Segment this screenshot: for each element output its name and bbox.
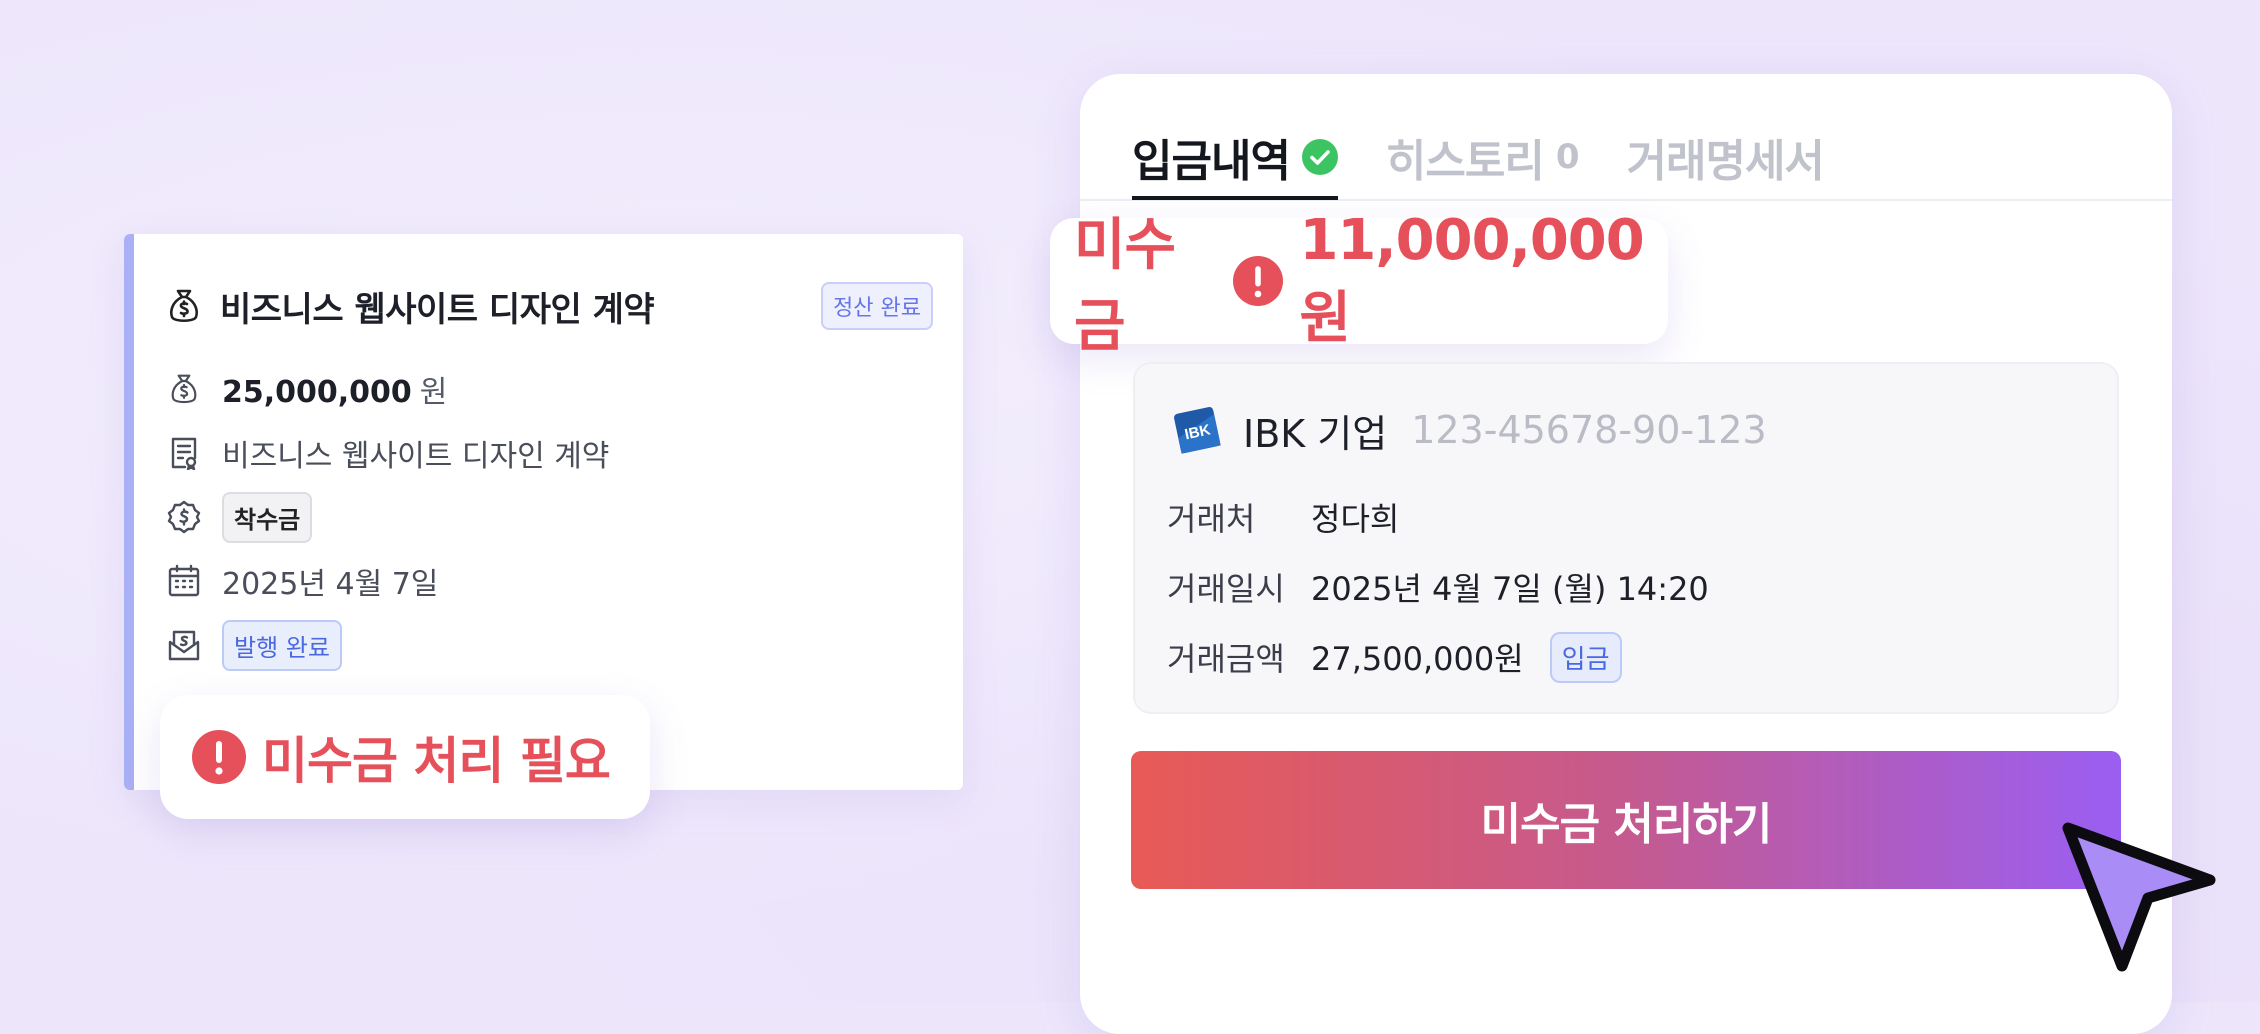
panel-tabs: 입금내역 히스토리 0 거래명세서 bbox=[1132, 114, 1872, 200]
unpaid-amount-callout: 미수금 11,000,000원 bbox=[1050, 208, 1668, 359]
contract-name: 비즈니스 웹사이트 디자인 계약 bbox=[222, 439, 610, 474]
counterparty-value: 정다희 bbox=[1311, 500, 1400, 538]
date-row: 2025년 4월 7일 bbox=[166, 556, 438, 606]
deposit-badge: 입금 bbox=[1549, 631, 1622, 683]
tab-label: 거래명세서 bbox=[1626, 136, 1825, 187]
unpaid-needed-notice: 미수금 처리 필요 bbox=[160, 695, 650, 819]
tab-label: 입금내역 bbox=[1132, 136, 1291, 187]
amount-unit: 원 bbox=[419, 375, 448, 410]
transaction-datetime-row: 거래일시 2025년 4월 7일 (월) 14:20 bbox=[1167, 562, 1709, 612]
unpaid-needed-text: 미수금 처리 필요 bbox=[262, 732, 611, 790]
ibk-bank-logo-icon: IBK bbox=[1171, 404, 1223, 456]
contract-name-row: 비즈니스 웹사이트 디자인 계약 bbox=[166, 428, 609, 478]
bank-row: IBK IBK 기업 123-45678-90-123 bbox=[1171, 402, 1767, 458]
invoice-row: 발행 완료 bbox=[166, 619, 342, 671]
counterparty-row: 거래처 정다희 bbox=[1167, 492, 1399, 542]
datetime-label: 거래일시 bbox=[1167, 570, 1285, 608]
payment-type-row: 착수금 bbox=[166, 491, 313, 543]
contract-amount: 25,000,000 bbox=[222, 375, 412, 410]
money-bag-icon bbox=[166, 371, 202, 407]
contract-document-icon bbox=[166, 435, 202, 471]
history-count: 0 bbox=[1555, 137, 1580, 177]
amount-value: 27,500,000원 bbox=[1311, 640, 1524, 678]
check-circle-icon bbox=[1301, 139, 1338, 175]
tab-label: 히스토리 bbox=[1385, 136, 1545, 187]
money-bag-icon bbox=[166, 287, 202, 325]
tab-history[interactable]: 히스토리 0 bbox=[1385, 125, 1580, 189]
bank-name: IBK 기업 bbox=[1243, 411, 1388, 456]
amount-label: 거래금액 bbox=[1167, 640, 1285, 678]
card-header: 비즈니스 웹사이트 디자인 계약 정산 완료 bbox=[166, 276, 933, 336]
mouse-cursor-icon bbox=[2062, 822, 2216, 972]
counterparty-label: 거래처 bbox=[1167, 500, 1256, 538]
process-unpaid-button[interactable]: 미수금 처리하기 bbox=[1131, 751, 2121, 889]
alert-icon bbox=[192, 730, 246, 784]
unpaid-amount: 11,000,000원 bbox=[1299, 208, 1644, 351]
contract-date: 2025년 4월 7일 bbox=[222, 567, 439, 602]
unpaid-label: 미수금 bbox=[1074, 213, 1176, 359]
invoice-status-tag: 발행 완료 bbox=[222, 619, 342, 671]
card-accent-bar bbox=[124, 234, 134, 790]
tab-transaction-statement[interactable]: 거래명세서 bbox=[1626, 125, 1825, 189]
settlement-status-badge: 정산 완료 bbox=[821, 282, 933, 330]
alert-icon bbox=[1233, 256, 1284, 306]
calendar-icon bbox=[166, 563, 202, 599]
transaction-amount-row: 거래금액 27,500,000원 입금 bbox=[1167, 631, 1622, 683]
datetime-value: 2025년 4월 7일 (월) 14:20 bbox=[1311, 570, 1709, 608]
invoice-envelope-icon bbox=[166, 627, 202, 663]
coin-icon bbox=[166, 499, 202, 535]
contract-title: 비즈니스 웹사이트 디자인 계약 bbox=[220, 289, 655, 330]
amount-row: 25,000,000 원 bbox=[166, 364, 447, 414]
tab-deposit-history[interactable]: 입금내역 bbox=[1132, 125, 1338, 189]
account-number: 123-45678-90-123 bbox=[1411, 408, 1767, 452]
transaction-details: IBK IBK 기업 123-45678-90-123 거래처 정다희 거래일시… bbox=[1133, 362, 2119, 714]
payment-type-tag: 착수금 bbox=[222, 491, 313, 543]
